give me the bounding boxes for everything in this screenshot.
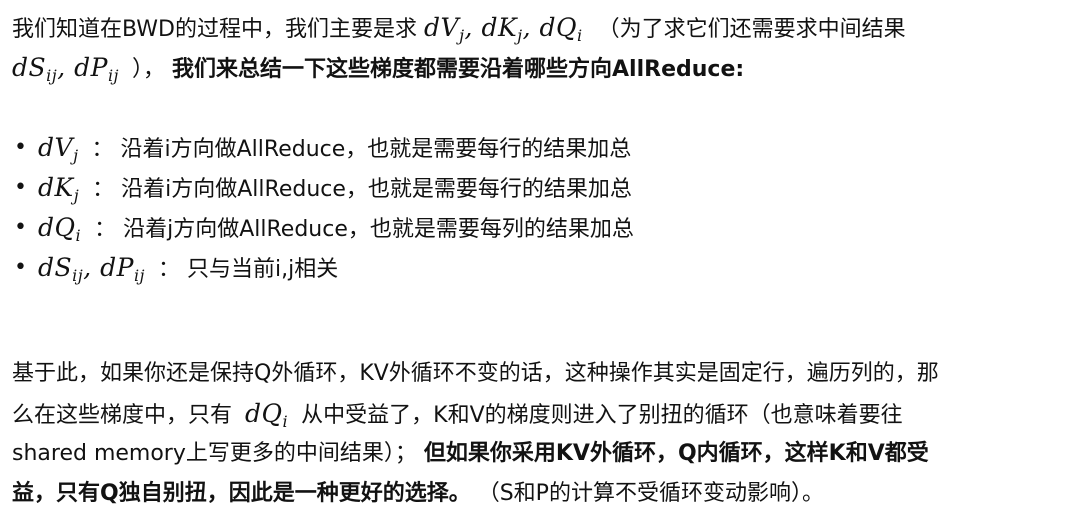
- intro-close: ），: [132, 57, 166, 82]
- list-item: • dKj ： 沿着i方向做AllReduce，也就是需要每行的结果加总: [12, 168, 634, 208]
- item-math: dSij, dPij: [38, 253, 146, 285]
- math-base: dV: [38, 133, 74, 162]
- math-dS: dS: [12, 53, 47, 82]
- math-dP: , dP: [57, 53, 108, 82]
- bullet-dot: •: [14, 255, 27, 280]
- conclusion-math: dQi: [245, 399, 289, 431]
- bullet-dot: •: [14, 135, 27, 160]
- conclusion-line-3: shared memory上写更多的中间结果）； 但如果你采用KV外循环，Q内循…: [12, 434, 1082, 474]
- intro-tail: （为了求它们还需要求中间结果: [597, 17, 906, 42]
- conclusion-line-4: 益，只有Q独自别扭，因此是一种更好的选择。 （S和P的计算不受循环变动影响）。: [12, 474, 1082, 514]
- conclusion-text: shared memory上写更多的中间结果）；: [12, 441, 417, 466]
- math-sub-ij: ij: [46, 66, 58, 85]
- bullet-dot: •: [14, 175, 27, 200]
- conclusion-text: （S和P的计算不受循环变动影响）。: [477, 481, 824, 506]
- math-dQ: , dQ: [522, 13, 577, 42]
- list-item: • dQi ： 沿着j方向做AllReduce，也就是需要每列的结果加总: [12, 208, 634, 248]
- list-item: • dVj ： 沿着i方向做AllReduce，也就是需要每行的结果加总: [12, 128, 634, 168]
- math-sub: j: [73, 186, 80, 205]
- item-text: ： 只与当前i,j相关: [158, 257, 339, 282]
- conclusion-bold: 益，只有Q独自别扭，因此是一种更好的选择。: [12, 481, 471, 506]
- intro-text: 我们知道在BWD的过程中，我们主要是求: [12, 17, 418, 42]
- math-sub-i: i: [577, 26, 583, 45]
- item-text: ： 沿着i方向做AllReduce，也就是需要每行的结果加总: [92, 177, 632, 202]
- conclusion-line-1: 基于此，如果你还是保持Q外循环，KV外循环不变的话，这种操作其实是固定行，遍历列…: [12, 354, 1082, 394]
- math-sub: j: [73, 146, 79, 165]
- math-sub-2: ij: [133, 266, 146, 285]
- math-dV: dV: [424, 13, 460, 42]
- conclusion-text: 基于此，如果你还是保持Q外循环，KV外循环不变的话，这种操作其实是固定行，遍历列…: [12, 361, 939, 386]
- conclusion-paragraph: 基于此，如果你还是保持Q外循环，KV外循环不变的话，这种操作其实是固定行，遍历列…: [12, 354, 1082, 514]
- math-base: dQ: [245, 399, 283, 428]
- math-base: dQ: [38, 213, 76, 242]
- conclusion-text: 从中受益了，K和V的梯度则进入了别扭的循环（也意味着要往: [301, 403, 903, 428]
- intro-line-1: 我们知道在BWD的过程中，我们主要是求 dVj, dKj, dQi （为了求它们…: [12, 8, 1082, 48]
- gradient-list: • dVj ： 沿着i方向做AllReduce，也就是需要每行的结果加总 • d…: [12, 128, 634, 288]
- conclusion-line-2: 么在这些梯度中，只有 dQi 从中受益了，K和V的梯度则进入了别扭的循环（也意味…: [12, 394, 1082, 434]
- intro-line-2: dSij, dPij ）， 我们来总结一下这些梯度都需要沿着哪些方向AllRed…: [12, 48, 1082, 88]
- list-item: • dSij, dPij ： 只与当前i,j相关: [12, 248, 634, 288]
- intro-math-intermediates: dSij, dPij: [12, 53, 120, 85]
- intro-math-gradients: dVj, dKj, dQi: [424, 13, 583, 45]
- item-text: ： 沿着i方向做AllReduce，也就是需要每行的结果加总: [91, 137, 632, 162]
- item-text: ： 沿着j方向做AllReduce，也就是需要每列的结果加总: [94, 217, 634, 242]
- math-sub: i: [282, 412, 289, 431]
- math-dK: , dK: [464, 13, 518, 42]
- intro-bold-summary: 我们来总结一下这些梯度都需要沿着哪些方向AllReduce:: [172, 57, 745, 82]
- math-sub-ij: ij: [107, 66, 120, 85]
- intro-paragraph: 我们知道在BWD的过程中，我们主要是求 dVj, dKj, dQi （为了求它们…: [12, 8, 1082, 88]
- bullet-dot: •: [14, 215, 27, 240]
- math-sub: i: [75, 226, 82, 245]
- conclusion-text: 么在这些梯度中，只有: [12, 403, 233, 428]
- conclusion-bold: 但如果你采用KV外循环，Q内循环，这样K和V都受: [423, 441, 929, 466]
- math-base: dS: [38, 253, 73, 282]
- math-base: dK: [38, 173, 74, 202]
- item-math: dQi: [38, 213, 82, 245]
- math-base-2: , dP: [83, 253, 134, 282]
- item-math: dKj: [38, 173, 80, 205]
- math-sub: ij: [72, 266, 84, 285]
- item-math: dVj: [38, 133, 79, 165]
